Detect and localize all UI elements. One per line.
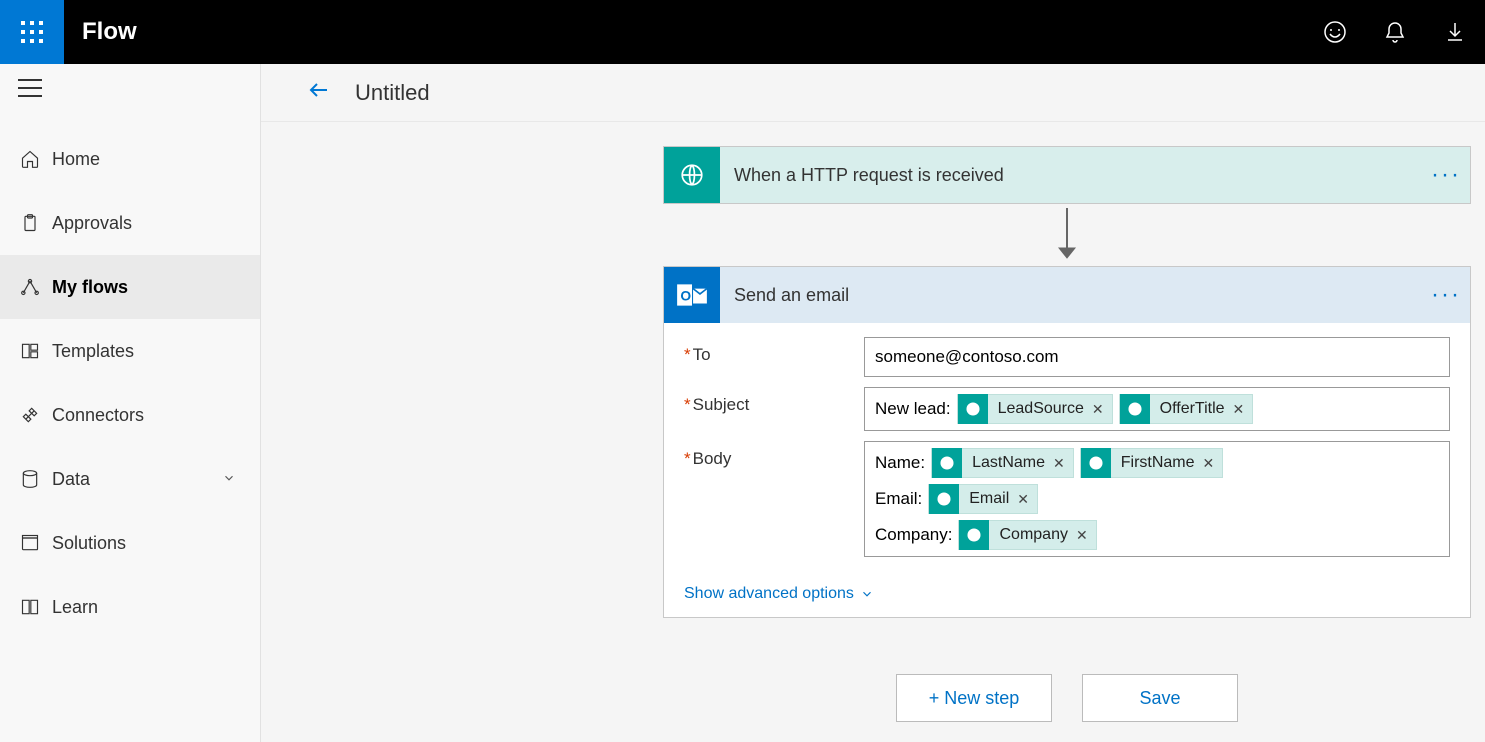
nav-label: Templates <box>52 341 134 362</box>
step-buttons: + New step Save <box>663 674 1471 722</box>
globe-icon <box>929 484 959 514</box>
show-advanced-link[interactable]: Show advanced options <box>664 575 1470 617</box>
back-button[interactable] <box>307 78 331 107</box>
notifications-button[interactable] <box>1365 0 1425 64</box>
globe-icon <box>958 394 988 424</box>
http-globe-icon <box>664 147 720 203</box>
save-button[interactable]: Save <box>1082 674 1238 722</box>
action-header[interactable]: O Send an email ··· <box>664 267 1470 323</box>
subject-label: *Subject <box>684 387 864 415</box>
remove-token-icon[interactable]: ✕ <box>1076 527 1096 544</box>
globe-icon <box>932 448 962 478</box>
connector-icon <box>20 405 52 425</box>
body-line: Company: Company✕ <box>875 520 1097 550</box>
dynamic-token-lastname[interactable]: LastName✕ <box>931 448 1074 478</box>
chevron-down-icon <box>222 469 236 490</box>
sidebar-item-learn[interactable]: Learn <box>0 575 260 639</box>
header-actions <box>1305 0 1485 64</box>
feedback-button[interactable] <box>1305 0 1365 64</box>
nav-label: My flows <box>52 277 128 298</box>
outlook-icon: O <box>664 267 720 323</box>
body-prefix-text: Email: <box>875 489 922 509</box>
sidebar-item-connectors[interactable]: Connectors <box>0 383 260 447</box>
action-body: *To someone@contoso.com *Subject New lea… <box>664 323 1470 575</box>
dynamic-token-firstname[interactable]: FirstName✕ <box>1080 448 1224 478</box>
title-row: Untitled <box>261 64 1485 122</box>
to-label: *To <box>684 337 864 365</box>
body-label: *Body <box>684 441 864 469</box>
nav-label: Learn <box>52 597 98 618</box>
app-name: Flow <box>82 18 137 46</box>
sidebar-item-my-flows[interactable]: My flows <box>0 255 260 319</box>
download-button[interactable] <box>1425 0 1485 64</box>
remove-token-icon[interactable]: ✕ <box>1203 455 1223 472</box>
clipboard-icon <box>20 213 52 233</box>
action-more-button[interactable]: ··· <box>1422 281 1470 309</box>
subject-input[interactable]: New lead: LeadSource✕OfferTitle✕ <box>864 387 1450 431</box>
subject-prefix-text: New lead: <box>875 399 951 419</box>
sidebar-item-approvals[interactable]: Approvals <box>0 191 260 255</box>
dynamic-token-offertitle[interactable]: OfferTitle✕ <box>1119 394 1254 424</box>
to-input[interactable]: someone@contoso.com <box>864 337 1450 377</box>
dynamic-token-company[interactable]: Company✕ <box>958 520 1096 550</box>
action-title: Send an email <box>720 285 1422 306</box>
nav-label: Solutions <box>52 533 126 554</box>
trigger-more-button[interactable]: ··· <box>1422 161 1470 189</box>
remove-token-icon[interactable]: ✕ <box>1233 401 1253 418</box>
new-step-button[interactable]: + New step <box>896 674 1052 722</box>
flow-title: Untitled <box>355 80 430 106</box>
action-step: O Send an email ··· *To someone@contoso.… <box>663 266 1471 618</box>
body-line: Name: LastName✕FirstName✕ <box>875 448 1223 478</box>
templates-icon <box>20 341 52 361</box>
dynamic-token-email[interactable]: Email✕ <box>928 484 1038 514</box>
nav-label: Connectors <box>52 405 144 426</box>
app-launcher-button[interactable] <box>0 0 64 64</box>
header: Flow <box>0 0 1485 64</box>
dynamic-token-leadsource[interactable]: LeadSource✕ <box>957 394 1113 424</box>
trigger-header[interactable]: When a HTTP request is received ··· <box>664 147 1470 203</box>
book-icon <box>20 597 52 617</box>
globe-icon <box>1081 448 1111 478</box>
sidebar-item-solutions[interactable]: Solutions <box>0 511 260 575</box>
solutions-icon <box>20 533 52 553</box>
sidebar-item-templates[interactable]: Templates <box>0 319 260 383</box>
nav-label: Home <box>52 149 100 170</box>
nav-label: Approvals <box>52 213 132 234</box>
flow-icon <box>20 277 52 297</box>
canvas: When a HTTP request is received ··· O Se… <box>261 122 1485 742</box>
connector-arrow <box>663 204 1471 266</box>
remove-token-icon[interactable]: ✕ <box>1092 401 1112 418</box>
nav-label: Data <box>52 469 90 490</box>
body-input[interactable]: Name: LastName✕FirstName✕ Email: Email✕ Comp… <box>864 441 1450 557</box>
remove-token-icon[interactable]: ✕ <box>1053 455 1073 472</box>
sidebar-toggle[interactable] <box>0 64 260 117</box>
trigger-title: When a HTTP request is received <box>720 165 1422 186</box>
home-icon <box>20 149 52 169</box>
sidebar: Home Approvals My flows Templates Connec… <box>0 64 261 742</box>
body-prefix-text: Name: <box>875 453 925 473</box>
body-prefix-text: Company: <box>875 525 952 545</box>
trigger-step[interactable]: When a HTTP request is received ··· <box>663 146 1471 204</box>
database-icon <box>20 469 52 489</box>
sidebar-item-data[interactable]: Data <box>0 447 260 511</box>
globe-icon <box>959 520 989 550</box>
remove-token-icon[interactable]: ✕ <box>1017 491 1037 508</box>
globe-icon <box>1120 394 1150 424</box>
sidebar-item-home[interactable]: Home <box>0 127 260 191</box>
svg-text:O: O <box>680 287 691 303</box>
main-area: Untitled When a HTTP request is received… <box>261 64 1485 742</box>
body-line: Email: Email✕ <box>875 484 1038 514</box>
